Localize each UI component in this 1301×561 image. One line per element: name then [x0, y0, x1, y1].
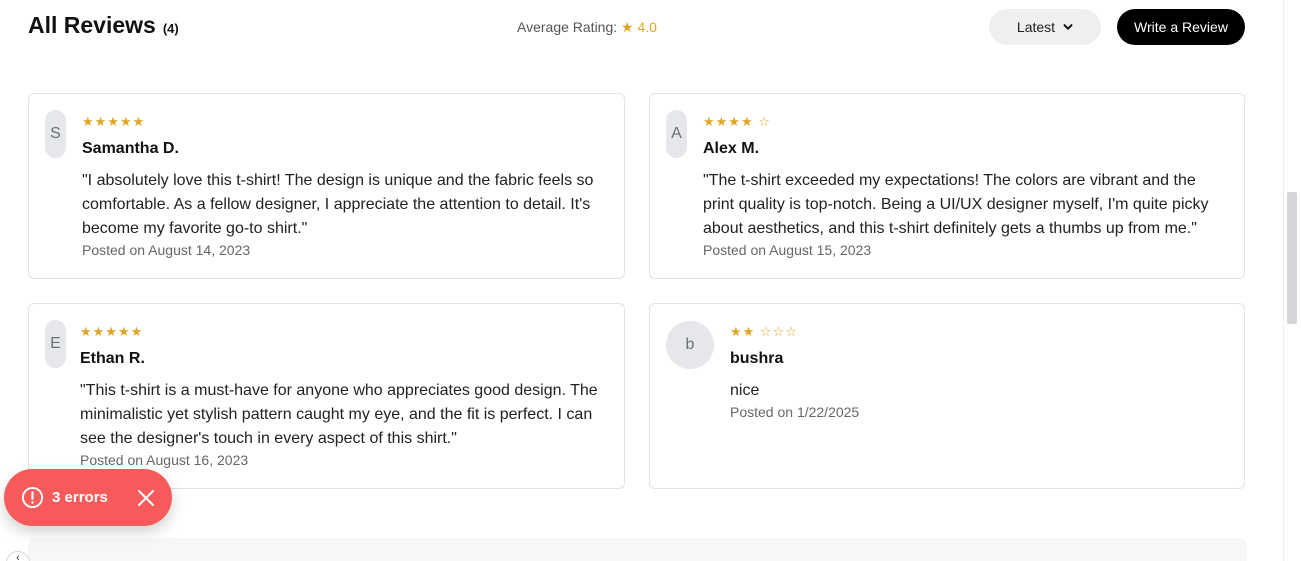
- review-text: "The t-shirt exceeded my expectations! T…: [703, 172, 1209, 237]
- sort-label: Latest: [1016, 19, 1056, 35]
- review-card: E ★★★★★ Ethan R. "This t-shirt is a must…: [28, 303, 625, 489]
- reviewer-name: Ethan R.: [80, 350, 145, 367]
- error-toast[interactable]: 3 errors: [4, 469, 172, 526]
- avatar: E: [45, 320, 66, 368]
- collapse-toggle-button[interactable]: ‹: [6, 551, 30, 561]
- avatar: A: [666, 110, 687, 158]
- avatar: b: [666, 321, 714, 369]
- review-body: ★★★★★ Ethan R. "This t-shirt is a must-h…: [80, 324, 610, 468]
- review-body: ★★ ☆☆☆ bushra nice Posted on 1/22/2025: [730, 324, 1230, 420]
- reviews-page: All Reviews (4) Average Rating: ★ 4.0 La…: [0, 0, 1301, 561]
- average-rating: Average Rating: ★ 4.0: [517, 19, 657, 36]
- star-icon: ★: [621, 19, 634, 35]
- chevron-down-icon: [1063, 24, 1073, 30]
- review-date: Posted on August 16, 2023: [80, 452, 249, 468]
- close-icon[interactable]: [135, 487, 157, 509]
- reviewer-name: Alex M.: [703, 140, 760, 157]
- review-card: A ★★★★ ☆ Alex M. "The t-shirt exceeded m…: [649, 93, 1245, 279]
- average-rating-value: 4.0: [637, 19, 657, 35]
- average-rating-label: Average Rating:: [517, 19, 618, 35]
- reviewer-name: bushra: [730, 350, 784, 367]
- star-rating: ★★★★★: [80, 324, 144, 339]
- star-rating: ★★★★★: [82, 114, 146, 129]
- review-date: Posted on 1/22/2025: [730, 404, 860, 420]
- review-card: S ★★★★★ Samantha D. "I absolutely love t…: [28, 93, 625, 279]
- review-date: Posted on August 15, 2023: [703, 242, 872, 258]
- reviews-header: All Reviews (4): [28, 12, 179, 39]
- star-rating: ★★ ☆☆☆: [730, 324, 798, 339]
- reviewer-name: Samantha D.: [82, 140, 179, 157]
- review-text: "This t-shirt is a must-have for anyone …: [80, 382, 598, 447]
- bottom-panel: [28, 538, 1247, 561]
- review-date: Posted on August 14, 2023: [82, 242, 251, 258]
- alert-circle-icon: [21, 486, 44, 509]
- review-text: nice: [730, 382, 760, 399]
- review-body: ★★★★ ☆ Alex M. "The t-shirt exceeded my …: [703, 114, 1230, 258]
- review-text: "I absolutely love this t-shirt! The des…: [82, 172, 594, 237]
- error-count: 3 errors: [52, 489, 108, 506]
- write-review-button[interactable]: Write a Review: [1117, 9, 1245, 45]
- star-rating: ★★★★ ☆: [703, 114, 771, 129]
- page-title: All Reviews: [28, 12, 156, 38]
- review-body: ★★★★★ Samantha D. "I absolutely love thi…: [82, 114, 610, 258]
- scrollbar-thumb[interactable]: [1287, 192, 1297, 324]
- review-count: (4): [162, 21, 179, 36]
- avatar: S: [45, 110, 66, 158]
- review-card: b ★★ ☆☆☆ bushra nice Posted on 1/22/2025: [649, 303, 1245, 489]
- sort-dropdown[interactable]: Latest: [989, 9, 1101, 45]
